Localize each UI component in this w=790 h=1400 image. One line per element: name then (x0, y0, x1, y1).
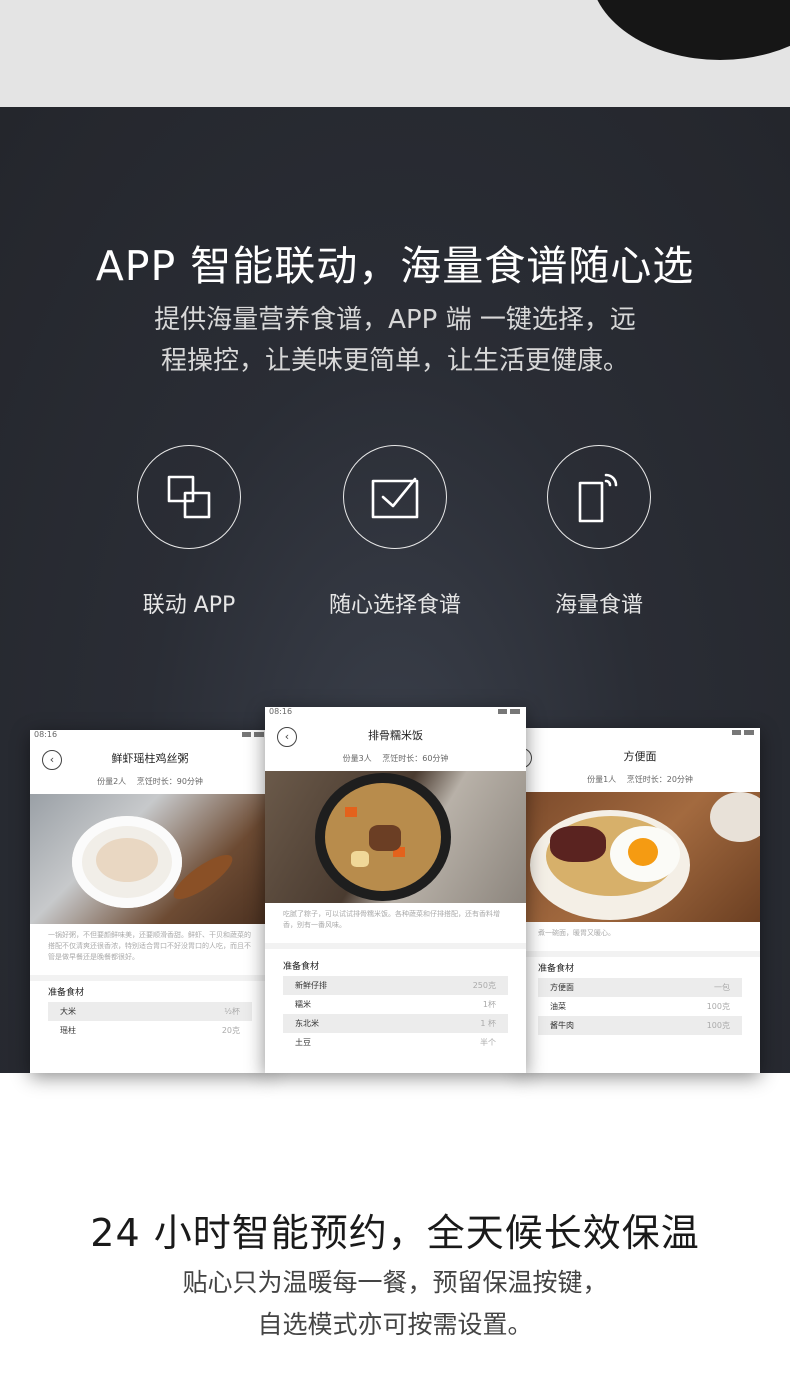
nav-bar: ‹ 方便面 (520, 742, 760, 772)
feature-label: 联动 APP (142, 593, 236, 618)
subtitle-line-1: 提供海量营养食谱，APP 端 一键选择，远 (154, 305, 636, 335)
ingredient-amount: 半个 (480, 1038, 496, 1047)
noodle-photo (520, 792, 760, 922)
ingredient-row: 油菜 100克 (538, 997, 742, 1016)
ingredient-row: 糯米 1杯 (283, 995, 508, 1014)
ingredient-amount: 1 杯 (480, 1019, 496, 1028)
beef-shape (550, 826, 606, 862)
recipe-description: 煮一碗面，暖胃又暖心。 (538, 929, 615, 937)
feature-label: 随心选择食谱 (328, 593, 461, 618)
linked-squares-icon (137, 445, 241, 549)
status-time: 08:16 (34, 730, 58, 739)
carrot-shape (345, 807, 357, 817)
ingredient-amount: 20克 (221, 1026, 240, 1035)
congee-shape (96, 838, 158, 882)
divider (265, 943, 526, 949)
feature-linked-app: 联动 APP (84, 445, 294, 619)
ingredient-row: 大米 ½杯 (48, 1002, 252, 1021)
signal-icon (498, 709, 520, 714)
status-time: 08:16 (269, 707, 293, 716)
ingredient-name: 大米 (60, 1007, 76, 1016)
potato-shape (351, 851, 369, 867)
section2-heading: 24 小时智能预约，全天候长效保温 (90, 1211, 700, 1255)
status-bar: 08:16 (30, 730, 270, 744)
nav-bar: ‹ 排骨糯米饭 (265, 721, 526, 751)
section1-heading: APP 智能联动，海量食谱随心选 (95, 242, 695, 290)
section2-subtitle: 贴心只为温暖每一餐，预留保温按键， 自选模式亦可按需设置。 (0, 1262, 790, 1346)
recipe-screen-right: ‹ 方便面 份量1人 烹饪时长：20分钟 煮一碗面，暖胃又暖心。 准备食材 方便… (520, 728, 760, 1073)
rib-shape (369, 825, 401, 851)
subtitle-line-1: 贴心只为温暖每一餐，预留保温按键， (182, 1268, 608, 1297)
recipe-description: 一锅好粥，不但要颜鲜味美，还要顺滑香甜。鲜虾、干贝和蔬菜的搭配不仅清爽还很香浓，… (48, 931, 251, 961)
ingredient-amount: 100克 (706, 1002, 730, 1011)
recipe-screen-center: 08:16 ‹ 排骨糯米饭 份量3人 烹饪时长：60分钟 吃腻了粽子，可以试试排… (265, 707, 526, 1073)
ingredient-amount: ½杯 (224, 1007, 240, 1016)
status-bar: 08:16 (265, 707, 526, 721)
ingredient-name: 糯米 (295, 1000, 311, 1009)
ingredient-row: 东北米 1 杯 (283, 1014, 508, 1033)
recipe-title: 排骨糯米饭 (368, 729, 423, 742)
ingredient-amount: 一包 (714, 983, 730, 992)
section1-subtitle: 提供海量营养食谱，APP 端 一键选择，远 程操控，让美味更简单，让生活更健康。 (0, 300, 790, 382)
ingredient-name: 油菜 (550, 1002, 566, 1011)
ingredient-name: 东北米 (295, 1019, 319, 1028)
ingredient-name: 土豆 (295, 1038, 311, 1047)
subtitle-line-2: 自选模式亦可按需设置。 (257, 1310, 533, 1339)
ingredients-heading: 准备食材 (538, 964, 575, 974)
ingredient-name: 新鲜仔排 (295, 981, 327, 990)
ingredient-name: 酱牛肉 (550, 1021, 574, 1030)
back-icon[interactable]: ‹ (42, 750, 62, 770)
ingredient-row: 土豆 半个 (283, 1033, 508, 1052)
feature-mass-recipes: 海量食谱 (494, 445, 704, 619)
recipe-description: 吃腻了粽子，可以试试排骨糯米饭。各种蔬菜和仔排搭配，还有香料增香，别有一番风味。 (283, 910, 500, 929)
ingredient-row: 新鲜仔排 250克 (283, 976, 508, 995)
recipe-title: 鲜虾瑶柱鸡丝粥 (111, 752, 189, 765)
recipe-meta: 份量3人 烹饪时长：60分钟 (342, 754, 449, 763)
phone-signal-icon (547, 445, 651, 549)
recipe-title: 方便面 (623, 750, 657, 763)
status-bar (520, 728, 760, 742)
side-plate-shape (710, 792, 760, 842)
ingredient-amount: 250克 (472, 981, 496, 990)
ingredients-heading: 准备食材 (48, 988, 85, 998)
ingredient-row: 方便面 一包 (538, 978, 742, 997)
rib-rice-photo (265, 771, 526, 903)
congee-photo (30, 794, 270, 924)
ingredient-amount: 1杯 (482, 1000, 496, 1009)
feature-select-recipe: 随心选择食谱 (290, 445, 500, 619)
ingredients-heading: 准备食材 (283, 962, 320, 972)
ingredient-name: 方便面 (550, 983, 574, 992)
ingredient-name: 瑶柱 (60, 1026, 76, 1035)
nav-bar: ‹ 鲜虾瑶柱鸡丝粥 (30, 744, 270, 774)
subtitle-line-2: 程操控，让美味更简单，让生活更健康。 (160, 346, 629, 376)
rice-cooker-edge (590, 0, 790, 60)
egg-yolk-shape (628, 838, 658, 866)
ingredient-row: 酱牛肉 100克 (538, 1016, 742, 1035)
checkbox-icon (343, 445, 447, 549)
ingredient-amount: 100克 (706, 1021, 730, 1030)
recipe-screen-left: 08:16 ‹ 鲜虾瑶柱鸡丝粥 份量2人 烹饪时长：90分钟 一锅好粥，不但要颜… (30, 730, 270, 1073)
feature-label: 海量食谱 (554, 593, 643, 618)
signal-icon (732, 730, 754, 735)
signal-icon (242, 732, 264, 737)
top-product-strip (0, 0, 790, 107)
recipe-meta: 份量1人 烹饪时长：20分钟 (587, 775, 693, 784)
recipe-meta: 份量2人 烹饪时长：90分钟 (97, 777, 203, 786)
ingredient-row: 瑶柱 20克 (48, 1021, 252, 1040)
back-icon[interactable]: ‹ (277, 727, 297, 747)
